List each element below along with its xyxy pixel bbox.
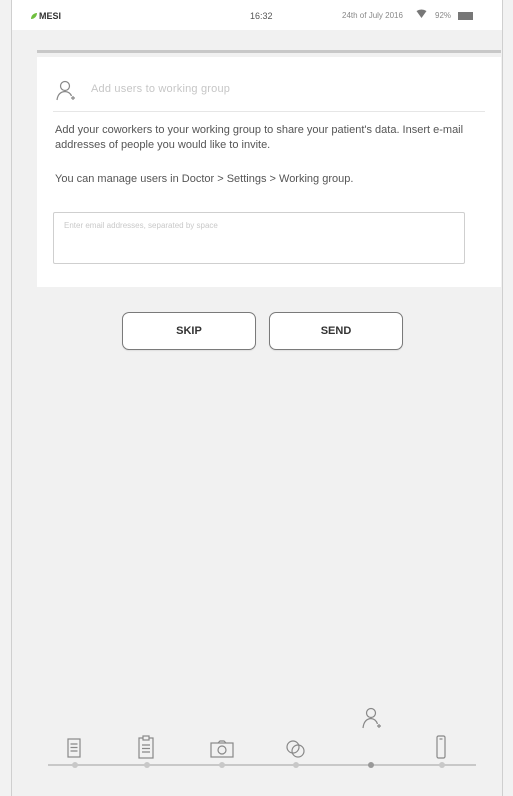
mesi-logo-icon (31, 13, 37, 19)
skip-button[interactable]: SKIP (122, 312, 256, 350)
manage-hint: You can manage users in Doctor > Setting… (55, 173, 354, 185)
send-button[interactable]: SEND (269, 312, 403, 350)
status-bar: MESI 16:32 24th of July 2016 92% (12, 0, 502, 30)
status-app: MESI (31, 11, 61, 21)
battery-icon (458, 12, 473, 20)
progress-dot (439, 762, 445, 768)
progress-dot (219, 762, 225, 768)
document-icon[interactable] (67, 738, 81, 763)
add-user-icon[interactable] (361, 706, 383, 737)
status-app-name: MESI (39, 11, 62, 21)
progress-dot (72, 762, 78, 768)
device-icon[interactable] (436, 735, 446, 764)
card-title: Add users to working group (91, 83, 231, 95)
bottom-nav (12, 690, 502, 780)
progress-dot-active (368, 762, 374, 768)
card-description: Add your coworkers to your working group… (55, 124, 464, 151)
working-group-card: Add users to working group Add your cowo… (37, 57, 501, 287)
add-user-icon (55, 79, 77, 108)
card-header: Add users to working group (53, 77, 485, 112)
wifi-icon (416, 9, 427, 21)
clipboard-icon[interactable] (138, 735, 154, 764)
progress-dot (144, 762, 150, 768)
app-frame: MESI 16:32 24th of July 2016 92% Add use… (11, 0, 503, 796)
link-icon[interactable] (285, 738, 307, 765)
camera-icon[interactable] (210, 740, 234, 763)
progress-track (48, 764, 476, 766)
progress-dot (293, 762, 299, 768)
battery-percent: 92% (435, 11, 452, 20)
section-divider (37, 50, 501, 53)
status-time: 16:32 (250, 11, 273, 21)
email-input[interactable] (53, 212, 465, 264)
status-date: 24th of July 2016 (342, 11, 403, 20)
